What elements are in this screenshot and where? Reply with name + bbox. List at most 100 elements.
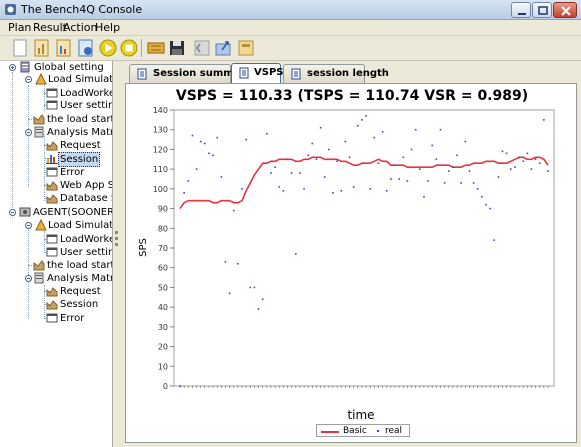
run-icon[interactable] [76,38,96,58]
data-point-real [414,128,417,131]
tree-label: the load started [47,260,112,271]
data-point-real [323,176,326,178]
maximize-icon [538,6,548,15]
config-icon[interactable] [236,38,256,58]
tree-label: AGENT(SOONER) [33,207,113,218]
data-point-real [497,176,500,178]
tree-node-agent-analysis-matrix[interactable]: Analysis Matrix [0,272,112,285]
tree-node-analysis-matrix[interactable]: Analysis Matrix [0,126,112,139]
report-icon[interactable] [54,38,74,58]
close-icon [561,6,571,16]
data-point-real [505,152,508,155]
data-point-real [398,178,400,180]
tree-node-request[interactable]: Request [0,139,112,152]
window-title: The Bench4Q Console [21,3,143,16]
tree-node-load-started[interactable]: the load started [0,113,112,126]
expand-handle-icon[interactable] [9,64,16,71]
tree-node-agent-user-setting[interactable]: User setting [0,246,112,259]
data-point-real [278,186,281,188]
expand-handle-icon[interactable] [9,209,16,216]
tree-node-database-server[interactable]: Database Serv [0,192,112,205]
tree-node-load-simulator[interactable]: Load Simulator [0,73,113,86]
tree-node-user-setting[interactable]: User setting [0,99,112,112]
toolbar-separator [141,39,142,57]
tree-node-agent-load-simulator[interactable]: Load Simulator [0,219,112,232]
menu-help[interactable]: Help [95,21,120,34]
data-point-real [195,168,198,170]
maximize-button[interactable] [532,2,552,18]
load-chart-icon [33,114,45,125]
session-icon [46,300,58,310]
data-point-real [328,148,330,151]
new-plan-icon[interactable] [10,38,30,58]
data-point-real [373,136,376,139]
data-point-real [390,178,392,180]
data-point-real [224,261,227,263]
tree-label: LoadWorker [60,234,112,245]
tab-vsps[interactable]: VSPS [231,63,283,84]
export-icon[interactable] [213,38,233,58]
split-pane-divider[interactable] [113,61,121,447]
data-point-real [402,156,405,159]
data-point-real [489,207,491,210]
tab-session-length[interactable]: session length [283,64,389,83]
data-point-real [452,166,454,168]
data-point-real [208,152,210,155]
expand-handle-icon[interactable] [25,275,32,282]
tree-label: Load Simulator [48,74,113,85]
data-point-real [543,119,545,121]
data-point-real [348,156,351,159]
tree-node-agent-session[interactable]: Session [0,298,112,311]
data-point-real [443,182,446,184]
request-icon [46,287,58,297]
console-window: The Bench4Q Console Plan Result Action H… [0,0,581,447]
data-point-real [419,168,421,170]
data-point-real [261,298,264,301]
expand-handle-icon[interactable] [25,222,32,229]
menu-action[interactable]: Action [63,21,97,34]
agent-icon[interactable] [146,38,166,58]
tree-node-agent-load-worker[interactable]: LoadWorker [0,233,112,246]
worker-icon [46,88,58,98]
expand-handle-icon[interactable] [25,76,32,83]
expand-handle-icon[interactable] [25,129,32,136]
tree-node-error[interactable]: Error [0,166,112,179]
data-point-real [332,192,334,194]
grip-dot [115,231,118,234]
y-tick-label: 80 [158,224,168,233]
tree-node-agent[interactable]: AGENT(SOONER) [0,206,113,219]
data-point-real [232,209,235,212]
document-icon [137,68,147,80]
document-icon [239,67,249,79]
tree-node-web-app-server[interactable]: Web App Serve [0,179,112,192]
data-point-real [319,126,322,129]
tree-label: Error [60,167,85,178]
tree-node-agent-error[interactable]: Error [0,312,112,325]
data-point-real [514,166,516,168]
legend-swatch-real [377,430,379,432]
back-icon[interactable] [192,38,212,58]
database-icon [46,194,58,204]
stop-icon[interactable] [119,38,139,58]
data-point-real [294,253,297,255]
minimize-button[interactable] [511,2,531,18]
data-point-real [266,132,268,135]
data-point-real [464,140,467,143]
tab-label: session length [307,68,389,79]
tree-label: Request [60,286,101,297]
menu-plan[interactable]: Plan [8,21,31,34]
menu-result[interactable]: Result [33,21,67,34]
close-button[interactable] [553,2,577,18]
tab-session-summarize[interactable]: Session summarize [129,64,261,83]
tree-node-agent-load-started[interactable]: the load started [0,259,112,272]
vsps-chart: 0 10 20 30 40 50 60 70 80 90 100 110 120 130 140 [153,106,555,391]
play-icon[interactable] [98,38,118,58]
data-point-real [212,154,214,157]
tree-node-session-selected[interactable]: Session [0,152,112,167]
y-tick-label: 60 [158,264,168,273]
save-icon[interactable] [167,38,187,58]
chart-icon[interactable] [32,38,52,58]
data-point-real [270,172,272,174]
plan-tree[interactable]: Global setting Load Simulator LoadWorker… [0,61,113,447]
tree-node-agent-request[interactable]: Request [0,285,112,298]
